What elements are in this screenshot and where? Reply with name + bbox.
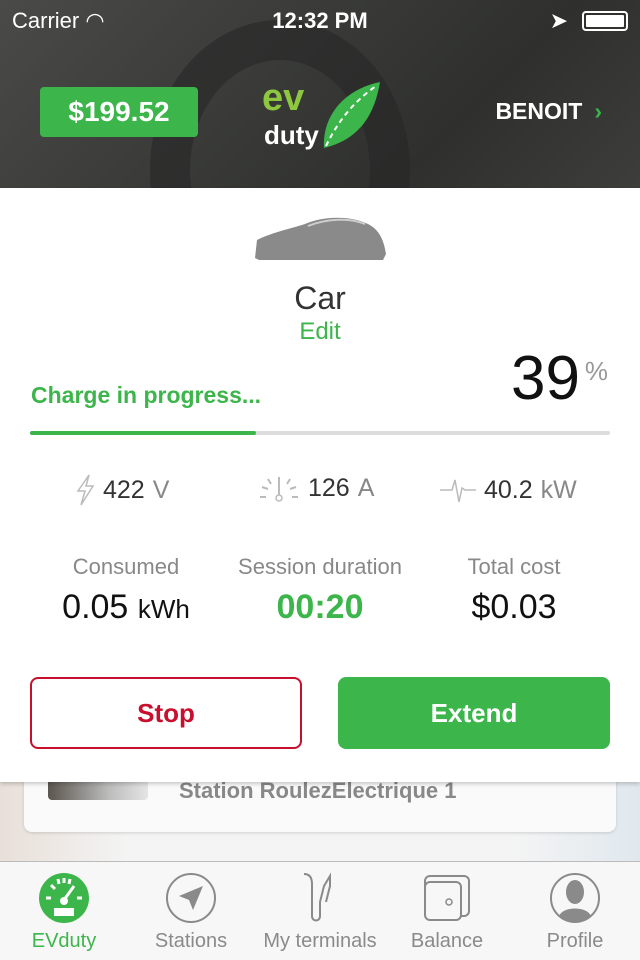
percent-sign: % — [584, 356, 608, 386]
evduty-logo: ev duty — [262, 78, 380, 150]
session-duration-stat: Session duration 00:20 — [238, 554, 402, 626]
tab-balance[interactable]: Balance — [383, 872, 511, 953]
chevron-right-icon: › — [594, 98, 602, 124]
charge-progress-fill — [30, 431, 257, 435]
lightning-icon — [76, 474, 95, 506]
charge-status: Charge in progress... — [31, 382, 262, 408]
car-image — [255, 217, 386, 260]
gauge-icon — [260, 476, 298, 502]
current-metric: 126 A — [258, 474, 374, 503]
tab-bar: EVduty Stations My terminals Balance Pro… — [0, 861, 640, 960]
extend-button[interactable]: Extend — [338, 677, 610, 749]
status-bar: Carrier ◠ 12:32 PM ➤ — [0, 0, 640, 40]
location-icon: ➤ — [549, 8, 568, 33]
total-cost-stat: Total cost $0.03 — [467, 554, 561, 626]
svg-text:ev: ev — [262, 78, 304, 119]
user-menu-button[interactable]: BENOIT › — [495, 98, 602, 125]
clock: 12:32 PM — [272, 8, 368, 33]
charging-session-card: Car Edit Charge in progress... 39 % 422 V… — [0, 188, 640, 782]
header: Carrier ◠ 12:32 PM ➤ $199.52 ev duty BEN… — [0, 0, 640, 188]
consumed-stat: Consumed 0.05 kWh — [62, 554, 190, 626]
wallet-icon — [424, 875, 470, 921]
charge-progress-bar — [30, 431, 610, 435]
tab-stations[interactable]: Stations — [127, 872, 255, 953]
voltage-metric: 422 V — [75, 474, 169, 506]
battery-icon — [582, 11, 628, 31]
pulse-icon — [440, 479, 476, 503]
speedometer-icon — [39, 873, 89, 923]
charge-percent: 39 — [511, 344, 580, 413]
svg-text:duty: duty — [264, 120, 319, 150]
balance-button[interactable]: $199.52 — [40, 87, 198, 137]
charger-plug-icon — [303, 872, 331, 922]
vehicle-name: Car — [294, 280, 346, 316]
tab-my-terminals[interactable]: My terminals — [256, 872, 384, 953]
profile-icon — [550, 873, 600, 923]
power-metric: 40.2 kW — [440, 474, 577, 506]
tab-profile[interactable]: Profile — [511, 872, 639, 953]
navigation-icon — [166, 873, 216, 923]
stop-button[interactable]: Stop — [30, 677, 302, 749]
edit-vehicle-link[interactable]: Edit — [0, 318, 640, 346]
tab-evduty[interactable]: EVduty — [0, 872, 128, 953]
